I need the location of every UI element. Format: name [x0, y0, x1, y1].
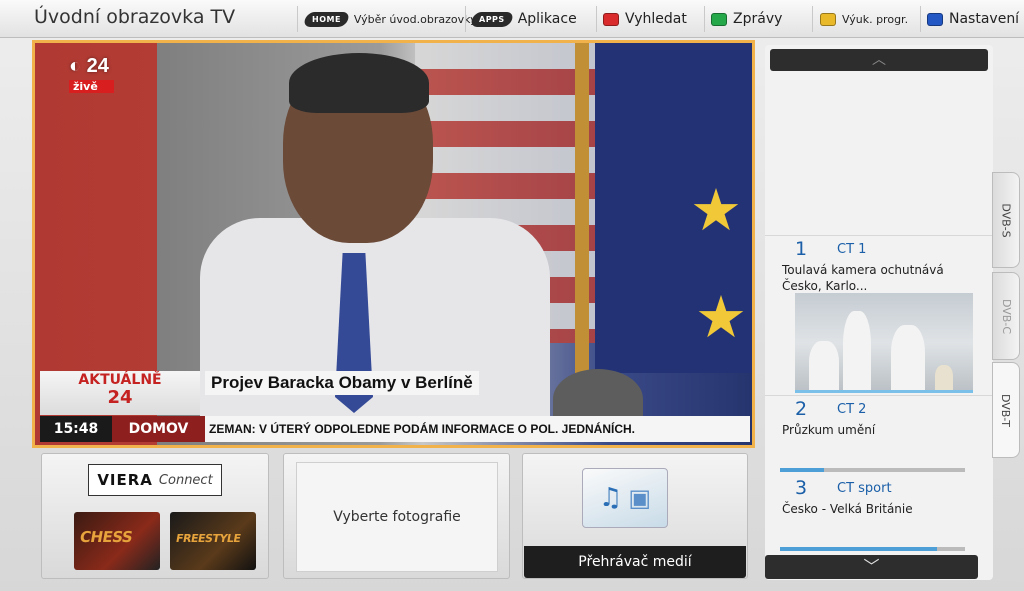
photos-card: Vyberte fotografie	[296, 462, 498, 572]
freestyle-app-title: FREESTYLE	[174, 532, 242, 545]
thumbnail-figure	[809, 341, 839, 393]
apps-button[interactable]: APPS Aplikace	[469, 5, 577, 33]
blue-key-icon	[927, 12, 943, 26]
tab-dvb-t[interactable]: DVB-T	[992, 362, 1020, 458]
viera-connect-tile[interactable]: VIERA Connect CHESS FREESTYLE	[41, 453, 269, 579]
news-label: Zprávy	[733, 11, 783, 27]
guide-button[interactable]: Výuk. progr.	[820, 5, 908, 33]
channel-progress	[780, 468, 965, 472]
search-label: Vyhledat	[625, 11, 687, 27]
chevron-up-icon: ︿	[872, 52, 886, 68]
tab-dvb-s[interactable]: DVB-S	[992, 172, 1020, 268]
guide-label: Výuk. progr.	[842, 12, 909, 26]
screen-title: Úvodní obrazovka TV	[34, 6, 236, 28]
viera-connect-text: Connect	[158, 472, 213, 488]
aktualne-badge: AKTUÁLNĚ 24	[40, 371, 200, 415]
divider	[765, 235, 993, 236]
separator	[596, 6, 597, 32]
photos-label: Vyberte fotografie	[333, 509, 461, 525]
thumbnail-figure	[935, 365, 953, 393]
channel-number: 3	[795, 477, 808, 499]
channel-name: CT sport	[837, 481, 892, 496]
apps-badge: APPS	[469, 11, 515, 27]
channel-thumbnail	[795, 293, 973, 393]
star-icon: ★	[690, 176, 742, 244]
separator	[465, 6, 466, 32]
settings-button[interactable]: Nastavení	[927, 5, 1019, 33]
viera-connect-logo: VIERA Connect	[88, 464, 222, 496]
chess-app-title: CHESS	[78, 528, 134, 546]
speaker-hair	[289, 53, 429, 113]
photos-tile[interactable]: Vyberte fotografie	[283, 453, 510, 579]
flag-pole-image	[575, 43, 589, 373]
ct-logo-icon: ◐	[69, 55, 82, 77]
channel-logo-text: 24	[86, 55, 109, 77]
channel-program: Průzkum umění	[782, 423, 876, 437]
photo-stack-icon: ▣	[628, 484, 651, 512]
thumbnail-progress	[795, 390, 973, 393]
red-key-icon	[603, 12, 619, 26]
broadcast-clock: 15:48	[40, 416, 112, 442]
apps-label: Aplikace	[517, 11, 577, 27]
separator	[920, 6, 921, 32]
tv-preview[interactable]: ★ ★ ◐ 24 živě AKTUÁLNĚ 24 Projev Baracka…	[32, 40, 755, 448]
separator	[812, 6, 813, 32]
tab-label: DVB-T	[999, 393, 1013, 427]
viera-logo-text: VIERA	[97, 471, 153, 489]
channel-name: CT 2	[837, 402, 867, 417]
tab-label: DVB-S	[999, 202, 1013, 238]
channel-progress-fill	[780, 547, 938, 551]
thumbnail-figure	[843, 311, 871, 393]
aktualne-line2: 24	[107, 387, 133, 408]
news-headline: Projev Baracka Obamy v Berlíně	[205, 371, 479, 395]
news-button[interactable]: Zprávy	[711, 5, 782, 33]
settings-label: Nastavení	[949, 11, 1020, 27]
home-badge: HOME	[302, 11, 351, 27]
star-icon: ★	[695, 283, 747, 351]
channel-list: ︿ 1 CT 1 Toulavá kamera ochutnává Česko,…	[765, 45, 993, 580]
channel-number: 1	[795, 238, 808, 260]
top-bar: Úvodní obrazovka TV HOME Výběr úvod.obra…	[0, 0, 1024, 38]
channel-progress-fill	[780, 468, 825, 472]
music-note-icon: ♫	[599, 483, 623, 513]
channel-program: Toulavá kamera ochutnává Česko, Karlo...	[782, 263, 944, 293]
scroll-down-button[interactable]: ﹀	[765, 555, 978, 579]
divider	[765, 395, 993, 396]
separator	[297, 6, 298, 32]
search-button[interactable]: Vyhledat	[603, 5, 687, 33]
news-ticker: ZEMAN: V ÚTERÝ ODPOLEDNE PODÁM INFORMACE…	[205, 416, 750, 442]
news-lower-third: AKTUÁLNĚ 24 Projev Baracka Obamy v Berlí…	[35, 368, 752, 445]
ct24-logo: ◐ 24	[69, 55, 109, 78]
chess-app-thumbnail[interactable]: CHESS	[74, 512, 160, 570]
tab-dvb-c[interactable]: DVB-C	[992, 272, 1020, 360]
live-badge: živě	[69, 80, 114, 93]
media-player-label: Přehrávač medií	[524, 546, 746, 578]
freestyle-app-thumbnail[interactable]: FREESTYLE	[170, 512, 256, 570]
chevron-down-icon: ﹀	[863, 557, 880, 576]
tab-label: DVB-C	[999, 298, 1013, 334]
music-photo-icon: ♫ ▣	[582, 468, 668, 528]
section-badge: DOMOV	[112, 416, 205, 442]
media-player-tile[interactable]: ♫ ▣ Přehrávač medií	[522, 453, 748, 579]
yellow-key-icon	[820, 12, 836, 26]
channel-program: Česko - Velká Británie	[782, 502, 913, 516]
thumbnail-figure	[891, 325, 925, 393]
channel-number: 2	[795, 398, 808, 420]
home-select-button[interactable]: HOME Výběr úvod.obrazovky	[302, 5, 477, 33]
channel-name: CT 1	[837, 242, 867, 257]
scroll-up-button[interactable]: ︿	[770, 49, 988, 71]
green-key-icon	[711, 12, 727, 26]
aktualne-line1: AKTUÁLNĚ	[78, 372, 162, 388]
home-select-label: Výběr úvod.obrazovky	[353, 12, 477, 26]
separator	[704, 6, 705, 32]
channel-progress	[780, 547, 965, 551]
eu-flag-image: ★ ★	[595, 43, 752, 373]
